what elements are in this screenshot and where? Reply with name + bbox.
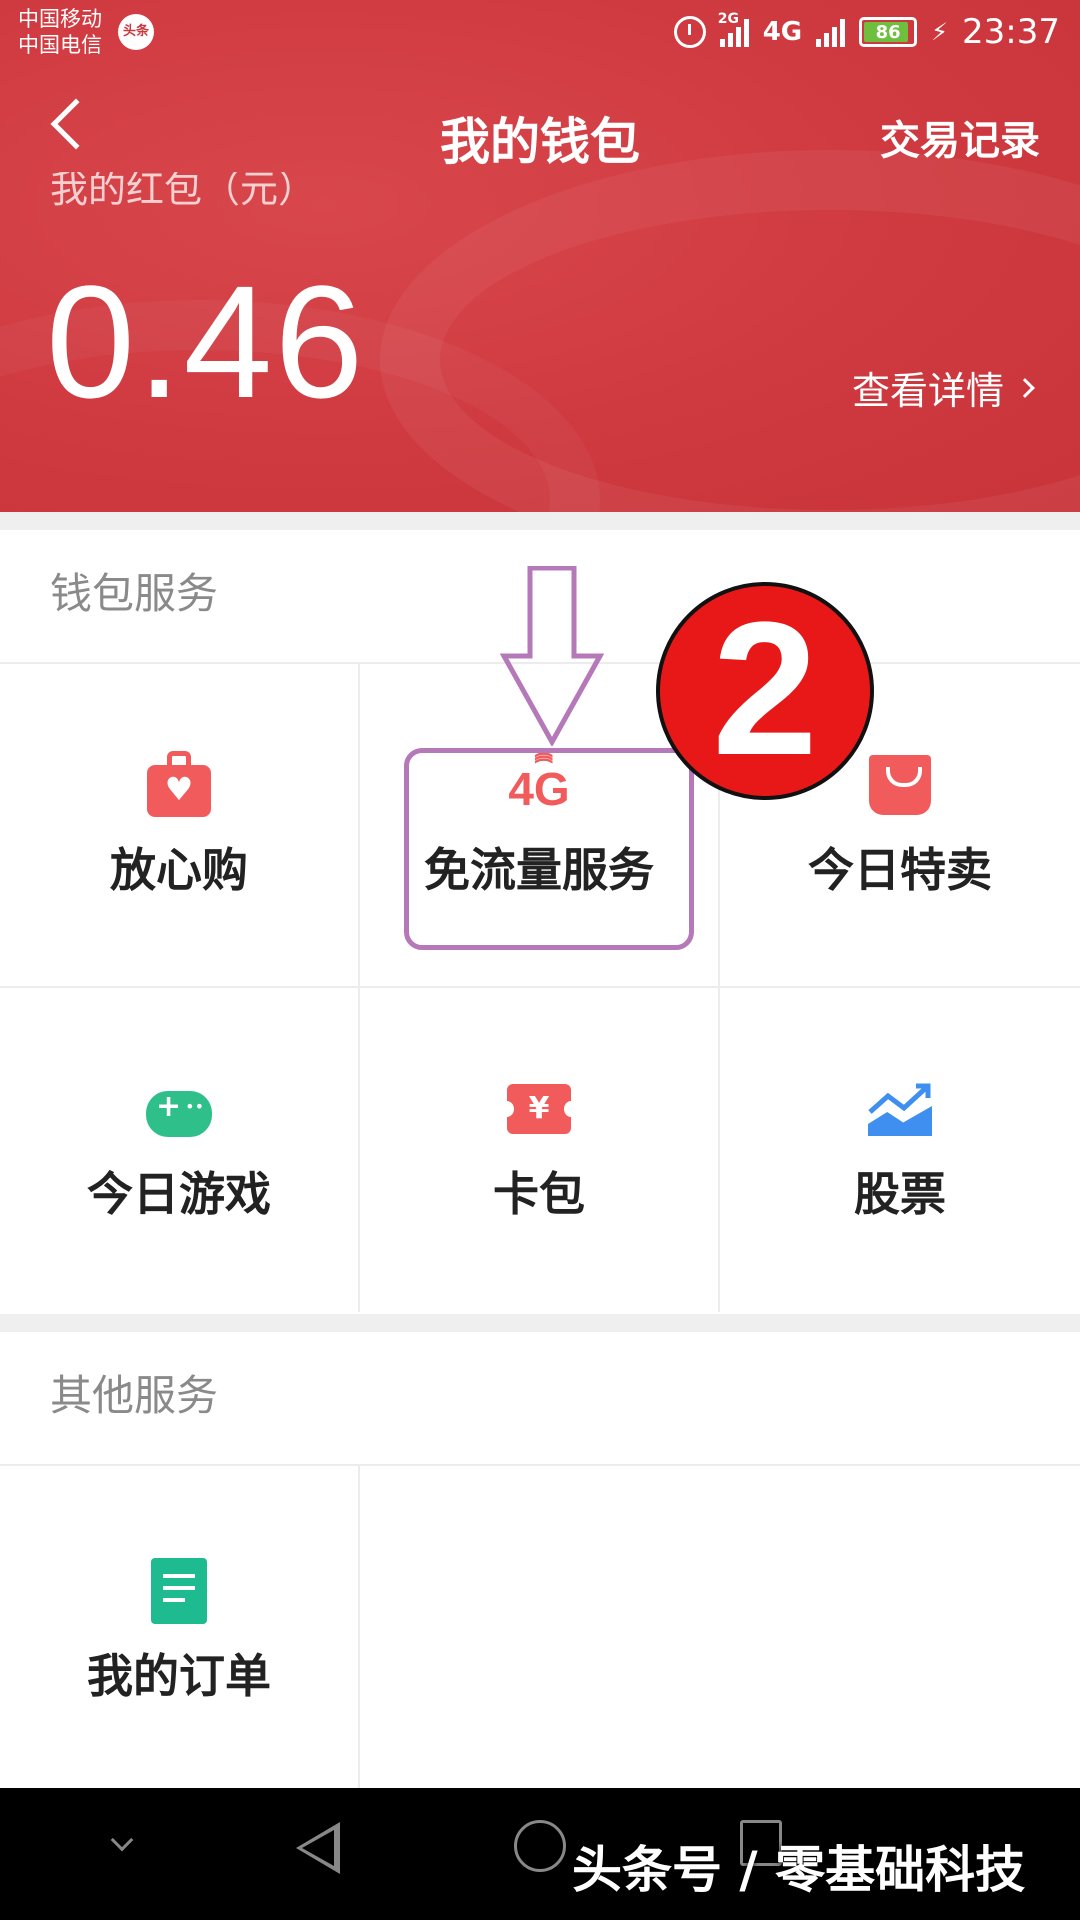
service-label: 放心购: [110, 843, 248, 897]
shopping-bag-icon: [865, 750, 935, 820]
wallet-header: 中国移动 中国电信 头条 2G 4G 86 ⚡ 23:37 我的钱包 交易记录: [0, 0, 1080, 512]
battery-icon: 86: [859, 17, 918, 47]
watermark: 头条号 / 零基础科技: [572, 1841, 1026, 1899]
section-title: 其他服务: [0, 1332, 1080, 1466]
annotation-highlight-box: [404, 748, 694, 950]
annotation-down-arrow-icon: [500, 566, 604, 746]
service-item-my-orders[interactable]: 我的订单: [0, 1466, 360, 1788]
status-icons: 2G 4G 86 ⚡ 23:37: [673, 11, 1060, 52]
step-number: 2: [712, 583, 818, 795]
view-details-link[interactable]: 查看详情: [851, 360, 1035, 415]
transaction-history-button[interactable]: 交易记录: [880, 108, 1040, 166]
view-details-label: 查看详情: [851, 369, 1004, 413]
collapse-chevron-icon[interactable]: [110, 1828, 134, 1852]
battery-level: 86: [875, 21, 901, 43]
service-label: 卡包: [493, 1167, 585, 1221]
balance-label: 我的红包（元）: [50, 172, 317, 211]
ticket-icon: ¥: [500, 1074, 578, 1144]
heart-bag-icon: ♥: [144, 750, 214, 820]
service-item-card-wallet[interactable]: ¥ 卡包: [360, 988, 720, 1312]
service-item-daily-games[interactable]: 今日游戏: [0, 988, 360, 1312]
network-2g-label: 2G: [717, 11, 739, 27]
network-4g-label: 4G: [762, 17, 803, 47]
service-label: 我的订单: [87, 1649, 271, 1703]
system-navigation-bar: 头条号 / 零基础科技: [0, 1788, 1080, 1920]
step-number-badge: 2: [656, 582, 874, 800]
nav-home-icon[interactable]: [514, 1820, 566, 1872]
clock: 23:37: [962, 12, 1060, 52]
nav-back-icon[interactable]: [296, 1822, 340, 1874]
signal-icon: [816, 17, 846, 47]
signal-icon: 2G: [718, 11, 749, 47]
chevron-right-icon: [1015, 377, 1035, 398]
alarm-icon: [673, 16, 706, 48]
service-label: 股票: [854, 1167, 946, 1221]
balance-value: 0.46: [46, 252, 366, 431]
app-notification-icon: 头条: [118, 14, 154, 50]
carrier-1: 中国移动: [18, 7, 102, 31]
service-item-fangxingou[interactable]: ♥ 放心购: [0, 664, 360, 988]
stock-chart-icon: [865, 1074, 935, 1144]
gamepad-icon: [144, 1074, 214, 1144]
service-label: 今日游戏: [87, 1167, 271, 1221]
carrier-info: 中国移动 中国电信: [18, 6, 102, 58]
navigation-bar: 我的钱包 交易记录: [0, 82, 1080, 182]
service-item-stocks[interactable]: 股票: [720, 988, 1080, 1312]
service-label: 今日特卖: [808, 843, 992, 897]
other-services-grid: 我的订单: [0, 1466, 1080, 1788]
status-bar: 中国移动 中国电信 头条 2G 4G 86 ⚡ 23:37: [0, 0, 1080, 64]
carrier-2: 中国电信: [18, 33, 102, 57]
other-services-section: 其他服务 我的订单: [0, 1332, 1080, 1788]
charging-icon: ⚡: [931, 18, 949, 46]
order-document-icon: [144, 1556, 214, 1626]
